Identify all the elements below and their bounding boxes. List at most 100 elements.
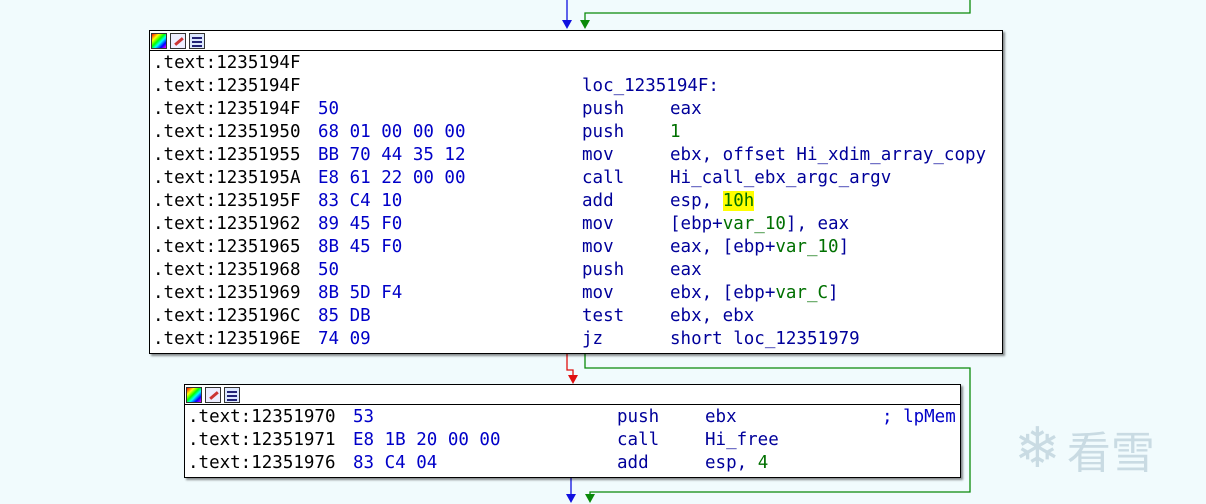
- mnemonic: mov: [582, 145, 614, 165]
- graph-overview-icon[interactable]: [189, 32, 205, 49]
- code-label: loc_1235194F:: [582, 76, 719, 96]
- mnemonic: push: [582, 260, 625, 280]
- address: .text:12351955: [153, 145, 301, 165]
- address: .text:12351969: [153, 283, 301, 303]
- disasm-line[interactable]: .text:12351970 53 push ebx ; lpMem: [188, 406, 957, 429]
- disasm-line[interactable]: .text:12351955 BB 70 44 35 12 mov ebx, offs…: [153, 144, 999, 167]
- operands: [ebp+var_10], eax: [670, 213, 849, 236]
- address: .text:1235195F: [153, 191, 301, 211]
- node-header: [150, 31, 1002, 51]
- address: .text:12351962: [153, 214, 301, 234]
- opcode-bytes: 74 09: [318, 329, 371, 349]
- disassembly-listing: .text:1235194F .text:1235194F loc_1235194F…: [150, 51, 1002, 352]
- disasm-line[interactable]: .text:1235194F loc_1235194F:: [153, 75, 999, 98]
- mnemonic: mov: [582, 214, 614, 234]
- opcode-bytes: 85 DB: [318, 306, 371, 326]
- address: .text:12351971: [188, 430, 336, 450]
- opcode-bytes: 53: [353, 407, 375, 427]
- disasm-line[interactable]: .text:12351965 8B 45 F0 mov eax, [ebp+var_1…: [153, 236, 999, 259]
- operand-part: eax: [670, 99, 702, 119]
- comment: ; lpMem: [882, 407, 956, 427]
- mnemonic: test: [582, 306, 625, 326]
- mnemonic: push: [582, 122, 625, 142]
- watermark-text: 看雪: [1066, 427, 1155, 479]
- opcode-bytes: E8 1B 20 00 00: [353, 430, 501, 450]
- stack-var: var_C: [775, 283, 829, 303]
- mnemonic: add: [617, 453, 649, 473]
- stack-var: var_10: [722, 214, 786, 234]
- operand-part: short loc_12351979: [670, 329, 860, 349]
- disasm-line[interactable]: .text:12351971 E8 1B 20 00 00 call Hi_free: [188, 429, 957, 452]
- operands: eax, [ebp+var_10]: [670, 236, 849, 259]
- address: .text:12351970: [188, 407, 336, 427]
- address: .text:1235194F: [153, 53, 301, 73]
- mnemonic: push: [617, 407, 660, 427]
- operand-part: Hi_call_ebx_argc_argv: [670, 168, 892, 188]
- mnemonic: add: [582, 191, 614, 211]
- snowflake-icon: ❄: [1014, 416, 1061, 481]
- opcode-bytes: 68 01 00 00 00: [318, 122, 466, 142]
- opcode-bytes: 8B 45 F0: [318, 237, 403, 257]
- operands: eax: [670, 259, 702, 282]
- operand-part: ebx, [ebp+: [670, 283, 776, 303]
- operand-part: ]: [838, 237, 850, 257]
- edit-node-icon[interactable]: [170, 32, 186, 49]
- address: .text:12351965: [153, 237, 301, 257]
- disasm-line[interactable]: .text:1235195F 83 C4 10 add esp, 10h: [153, 190, 999, 213]
- operands: 1: [670, 121, 681, 144]
- edge-fallthrough-arrow: [566, 494, 576, 503]
- address: .text:12351976: [188, 453, 336, 473]
- disasm-line[interactable]: .text:12351950 68 01 00 00 00 push 1: [153, 121, 999, 144]
- address: .text:1235196E: [153, 329, 301, 349]
- disasm-line[interactable]: .text:12351969 8B 5D F4 mov ebx, [ebp+var_C…: [153, 282, 999, 305]
- stack-var: var_10: [775, 237, 839, 257]
- operand-part: eax: [670, 260, 702, 280]
- operands: esp, 10h: [670, 190, 755, 213]
- edge-incoming-blue-arrow: [562, 20, 572, 29]
- disasm-line[interactable]: .text:1235195A E8 61 22 00 00 call Hi_call_…: [153, 167, 999, 190]
- color-palette-icon[interactable]: [151, 32, 167, 49]
- operand-part: esp,: [670, 191, 723, 211]
- opcode-bytes: BB 70 44 35 12: [318, 145, 466, 165]
- kanxue-watermark: ❄ 看雪: [1014, 416, 1155, 481]
- operand-part: ebx, ebx: [670, 306, 755, 326]
- disasm-line[interactable]: .text:1235194F 50 push eax: [153, 98, 999, 121]
- address: .text:1235194F: [153, 99, 301, 119]
- operand-part: ebx, offset Hi_xdim_array_copy: [670, 145, 987, 165]
- address: .text:1235195A: [153, 168, 301, 188]
- mnemonic: mov: [582, 237, 614, 257]
- disasm-line[interactable]: .text:12351976 83 C4 04 add esp, 4: [188, 452, 957, 475]
- operand-part: 4: [757, 453, 769, 473]
- operand-part: Hi_free: [705, 430, 779, 450]
- operands: Hi_free: [705, 429, 779, 452]
- opcode-bytes: E8 61 22 00 00: [318, 168, 466, 188]
- edge-incoming-green: [584, 0, 971, 26]
- operand-part: ], eax: [785, 214, 850, 234]
- operands: short loc_12351979: [670, 328, 860, 351]
- disasm-line[interactable]: .text:1235194F: [153, 52, 999, 75]
- node-header: [185, 385, 960, 405]
- highlighted-operand: 10h: [722, 191, 755, 211]
- operands: ebx: [705, 406, 737, 429]
- operands: ebx, offset Hi_xdim_array_copy: [670, 144, 986, 167]
- operand-part: [ebp+: [670, 214, 723, 234]
- operand-part: 1: [670, 122, 681, 142]
- disasm-line[interactable]: .text:12351962 89 45 F0 mov [ebp+var_10], e…: [153, 213, 999, 236]
- edge-incoming-green-arrow: [580, 20, 590, 29]
- address: .text:1235194F: [153, 76, 301, 96]
- edge-true-branch-arrow: [585, 494, 595, 503]
- disassembly-listing: .text:12351970 53 push ebx; lpMem .text:1235…: [185, 405, 960, 476]
- operands: eax: [670, 98, 702, 121]
- disasm-line[interactable]: .text:12351968 50 push eax: [153, 259, 999, 282]
- code-block-12351970[interactable]: .text:12351970 53 push ebx; lpMem .text:1235…: [184, 384, 961, 478]
- color-palette-icon[interactable]: [186, 386, 202, 403]
- operands: Hi_call_ebx_argc_argv: [670, 167, 891, 190]
- edit-node-icon[interactable]: [205, 386, 221, 403]
- address: .text:1235196C: [153, 306, 301, 326]
- disasm-line[interactable]: .text:1235196E 74 09 jz short loc_12351979: [153, 328, 999, 351]
- opcode-bytes: 89 45 F0: [318, 214, 403, 234]
- disasm-line[interactable]: .text:1235196C 85 DB test ebx, ebx: [153, 305, 999, 328]
- graph-overview-icon[interactable]: [224, 386, 240, 403]
- mnemonic: call: [582, 168, 625, 188]
- code-block-loc-1235194F[interactable]: .text:1235194F .text:1235194F loc_1235194F…: [149, 30, 1003, 354]
